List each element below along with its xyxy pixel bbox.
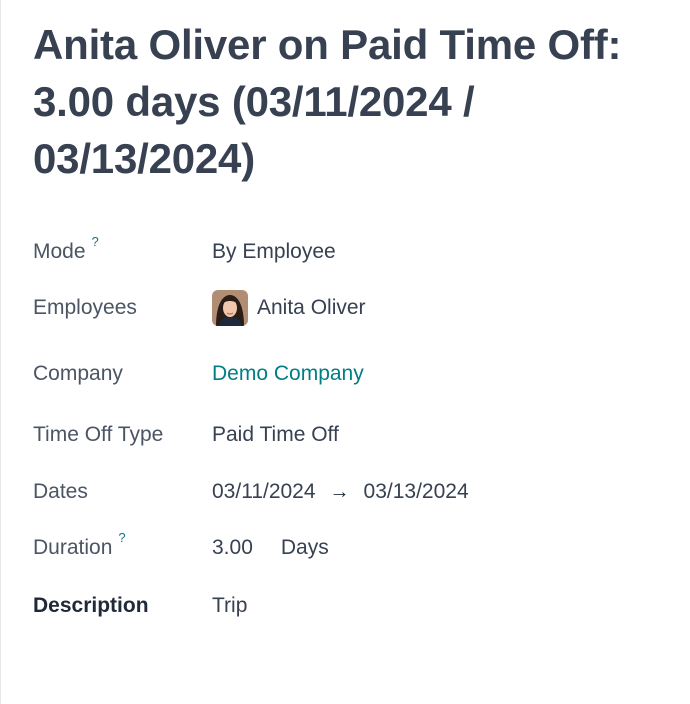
description-label: Description	[33, 594, 149, 617]
duration-number[interactable]: 3.00	[212, 536, 253, 560]
employee-name[interactable]: Anita Oliver	[257, 296, 366, 320]
dates-label: Dates	[33, 480, 88, 503]
field-label-mode: Mode ?	[33, 234, 212, 264]
duration-unit: Days	[280, 536, 329, 559]
time-off-type-value[interactable]: Paid Time Off	[212, 423, 339, 447]
company-label: Company	[33, 362, 123, 385]
employees-label: Employees	[33, 296, 137, 319]
field-duration: Duration ? 3.00 Days	[33, 528, 653, 568]
field-label-duration: Duration ?	[33, 530, 212, 560]
time-off-type-label: Time Off Type	[33, 423, 164, 446]
date-to[interactable]: 03/13/2024	[364, 480, 469, 504]
mode-value[interactable]: By Employee	[212, 240, 336, 264]
field-employees: Employees Anita Oliver	[33, 288, 653, 328]
duration-value: 3.00 Days	[212, 536, 329, 560]
duration-label: Duration	[33, 536, 113, 559]
time-off-form: Anita Oliver on Paid Time Off: 3.00 days…	[0, 0, 690, 704]
avatar	[212, 290, 248, 326]
field-mode: Mode ? By Employee	[33, 232, 653, 272]
dates-value: 03/11/2024 → 03/13/2024	[212, 480, 469, 504]
field-dates: Dates 03/11/2024 → 03/13/2024	[33, 472, 653, 512]
employee-tag[interactable]: Anita Oliver	[212, 290, 366, 326]
help-icon[interactable]: ?	[92, 234, 99, 249]
page-title: Anita Oliver on Paid Time Off: 3.00 days…	[33, 21, 622, 182]
field-company: Company Demo Company	[33, 354, 653, 394]
mode-label: Mode	[33, 240, 86, 263]
field-description: Description Trip	[33, 586, 653, 626]
arrow-right-icon: →	[329, 480, 350, 503]
help-icon[interactable]: ?	[118, 530, 125, 545]
field-time-off-type: Time Off Type Paid Time Off	[33, 415, 653, 455]
company-link[interactable]: Demo Company	[212, 362, 364, 386]
date-from[interactable]: 03/11/2024	[212, 480, 316, 504]
description-value[interactable]: Trip	[212, 594, 247, 618]
